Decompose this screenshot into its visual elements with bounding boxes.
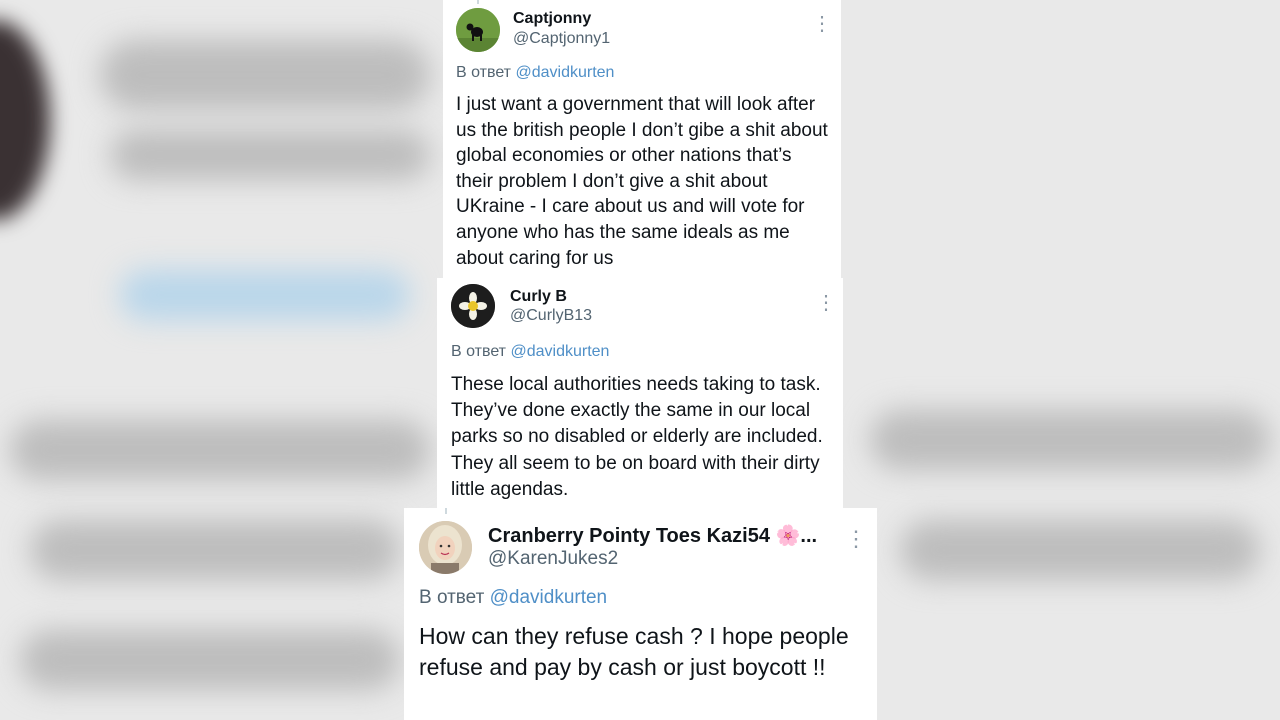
user-avatar[interactable] <box>419 521 472 574</box>
user-handle[interactable]: @KarenJukes2 <box>488 548 618 570</box>
user-avatar[interactable] <box>456 8 500 52</box>
thread-line <box>477 0 479 4</box>
reply-tweet-card[interactable]: Captjonny @Captjonny1 ⋮ В ответ @davidku… <box>443 0 841 278</box>
display-name[interactable]: Captjonny <box>513 10 591 28</box>
woman-avatar-icon <box>419 521 472 574</box>
reply-prefix: В ответ <box>451 343 507 360</box>
mention-link[interactable]: @davidkurten <box>515 64 614 81</box>
mention-link[interactable]: @davidkurten <box>490 587 608 608</box>
reply-context: В ответ @davidkurten <box>451 343 609 361</box>
thread-line <box>445 508 447 514</box>
flower-avatar-icon <box>451 284 495 328</box>
reply-tweet-card[interactable]: Curly B @CurlyB13 ⋮ В ответ @davidkurten… <box>437 278 843 508</box>
more-options-icon[interactable]: ⋮ <box>812 14 832 34</box>
tweet-text: How can they refuse cash ? I hope people… <box>419 623 849 680</box>
mention-link[interactable]: @davidkurten <box>510 343 609 360</box>
reply-context: В ответ @davidkurten <box>456 64 614 82</box>
reply-prefix: В ответ <box>456 64 512 81</box>
dog-avatar-icon <box>456 8 500 52</box>
reply-context: В ответ @davidkurten <box>419 587 607 609</box>
display-name[interactable]: Curly B <box>510 288 567 306</box>
tweet-text: I just want a government that will look … <box>456 94 828 269</box>
reply-prefix: В ответ <box>419 587 485 608</box>
more-options-icon[interactable]: ⋮ <box>816 293 836 313</box>
user-handle[interactable]: @Captjonny1 <box>513 30 610 48</box>
user-handle[interactable]: @CurlyB13 <box>510 307 592 325</box>
more-options-icon[interactable]: ⋮ <box>845 528 867 550</box>
user-avatar[interactable] <box>451 284 495 328</box>
tweet-text: These local authorities needs taking to … <box>451 374 823 500</box>
reply-tweet-card[interactable]: Cranberry Pointy Toes Kazi54 🌸... @Karen… <box>404 508 877 720</box>
display-name[interactable]: Cranberry Pointy Toes Kazi54 🌸... <box>488 523 817 548</box>
